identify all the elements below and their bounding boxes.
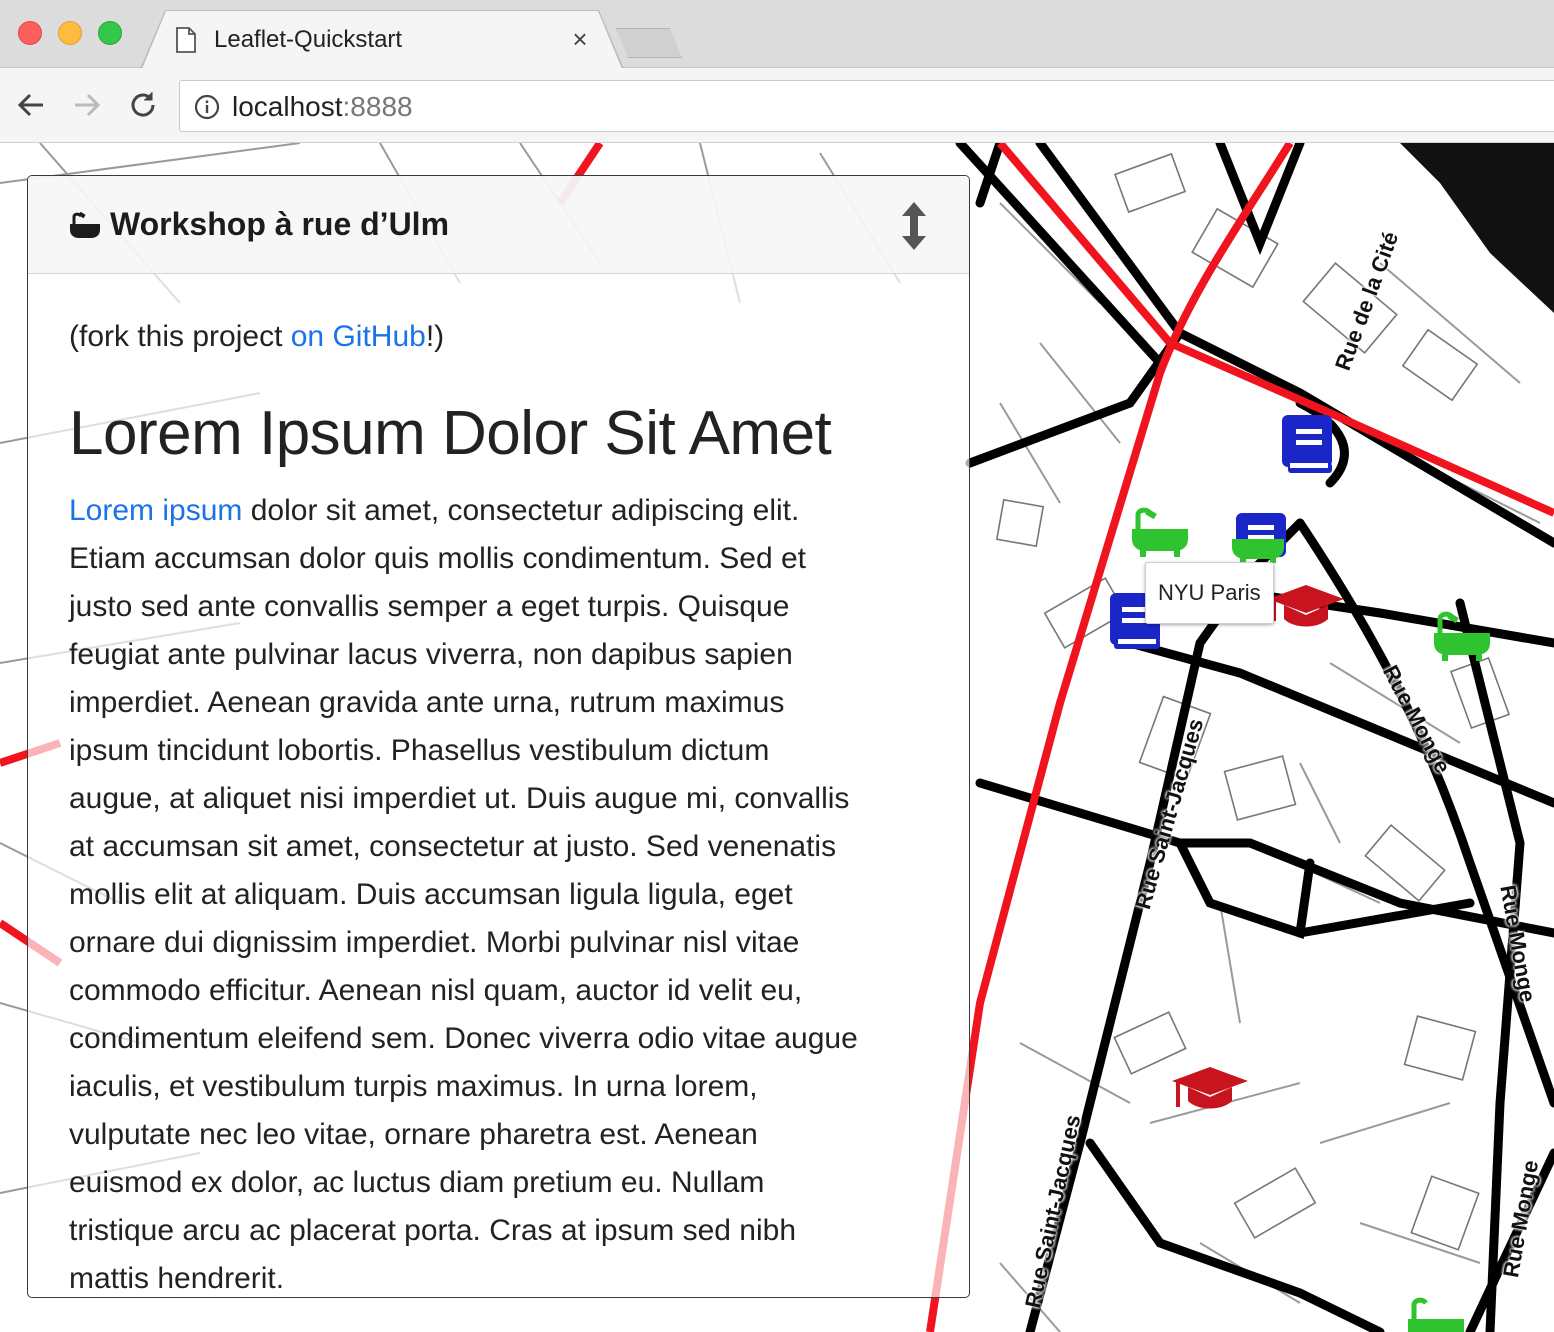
paragraph-line: imperdiet. Aenean gravida ante urna, rut… — [69, 686, 785, 719]
body-paragraph: Lorem ipsum dolor sit amet, consectetur … — [69, 487, 939, 1297]
browser-toolbar: localhost:8888 — [0, 68, 1554, 143]
paragraph-line: mattis hendrerit. — [69, 1262, 285, 1295]
paragraph-line: ornare dui dignissim imperdiet. Morbi pu… — [69, 926, 800, 959]
paragraph-line: augue, at aliquet nisi imperdiet ut. Dui… — [69, 782, 850, 815]
paragraph-line: Lorem ipsum dolor sit amet, consectetur … — [69, 487, 939, 535]
resize-toggle-button[interactable] — [900, 200, 928, 257]
document-icon — [176, 27, 196, 58]
url-host: localhost — [232, 91, 343, 122]
paragraph-line-text: dolor sit amet, consectetur adipiscing e… — [242, 494, 800, 527]
paragraph-line: condimentum eleifend sem. Donec viverra … — [69, 1022, 858, 1055]
book-icon — [1282, 415, 1332, 473]
paragraph-line: euismod ex dolor, ac luctus diam pretium… — [69, 1166, 765, 1199]
paragraph-line: iaculis, et vestibulum turpis maximus. I… — [69, 1070, 758, 1103]
window-minimize-button[interactable] — [58, 21, 82, 45]
url-text: localhost:8888 — [232, 91, 413, 123]
arrow-right-icon — [75, 93, 101, 117]
paragraph-line: at accumsan sit amet, consectetur at jus… — [69, 830, 837, 863]
forward-button[interactable] — [70, 88, 104, 122]
panel-header: Workshop à rue d’Ulm — [28, 176, 969, 274]
tab-title: Leaflet-Quickstart — [214, 26, 403, 53]
university-marker[interactable] — [1170, 1063, 1250, 1120]
paragraph-line: commodo efficitur. Aenean nisl quam, auc… — [69, 974, 803, 1007]
fork-prefix: (fork this project — [69, 320, 291, 353]
bathtub-icon — [1408, 1297, 1464, 1332]
github-link[interactable]: on GitHub — [291, 320, 426, 353]
browser-tab-bar: Leaflet-Quickstart × — [0, 0, 1554, 69]
url-port: :8888 — [342, 91, 413, 122]
new-tab-button[interactable] — [616, 28, 682, 58]
window-zoom-button[interactable] — [98, 21, 122, 45]
university-marker[interactable] — [1266, 581, 1346, 638]
back-button[interactable] — [14, 88, 48, 122]
panel-title: Workshop à rue d’Ulm — [110, 206, 450, 242]
bath-marker[interactable] — [1128, 507, 1192, 564]
graduation-cap-icon — [1172, 1067, 1248, 1109]
lorem-ipsum-link[interactable]: Lorem ipsum — [69, 494, 242, 527]
reload-icon — [131, 92, 155, 117]
bath-marker[interactable] — [1404, 1295, 1468, 1332]
window-close-button[interactable] — [18, 21, 42, 45]
sidebar-panel: Workshop à rue d’Ulm (fork this project … — [27, 175, 970, 1298]
info-icon[interactable] — [194, 94, 220, 125]
fork-line: (fork this project on GitHub!) — [69, 320, 444, 354]
fork-suffix: !) — [425, 320, 445, 353]
arrows-vertical-icon — [902, 202, 926, 250]
bathtub-icon — [1232, 539, 1284, 563]
content-heading: Lorem Ipsum Dolor Sit Amet — [69, 399, 832, 468]
bathtub-icon — [1132, 507, 1188, 557]
marker-tooltip: NYU Paris — [1145, 562, 1274, 624]
bath-marker[interactable] — [1430, 609, 1494, 668]
arrow-left-icon — [17, 93, 43, 117]
paragraph-line: mollis elit at aliquam. Duis accumsan li… — [69, 878, 793, 911]
bathtub-icon — [1434, 611, 1490, 661]
paragraph-line: ipsum tincidunt lobortis. Phasellus vest… — [69, 734, 770, 767]
graduation-cap-icon — [1268, 585, 1344, 627]
reload-button[interactable] — [126, 88, 160, 122]
bath-icon — [68, 211, 102, 245]
address-bar[interactable]: localhost:8888 — [179, 80, 1554, 132]
paragraph-line: justo sed ante convallis semper a eget t… — [69, 590, 790, 623]
paragraph-line: Etiam accumsan dolor quis mollis condime… — [69, 542, 806, 575]
paragraph-line: feugiat ante pulvinar lacus viverra, non… — [69, 638, 793, 671]
library-marker[interactable] — [1280, 413, 1336, 480]
paragraph-line: vulputate nec leo vitae, ornare pharetra… — [69, 1118, 758, 1151]
tab-close-button[interactable]: × — [566, 24, 594, 54]
paragraph-line: tristique arcu ac placerat porta. Cras a… — [69, 1214, 797, 1247]
